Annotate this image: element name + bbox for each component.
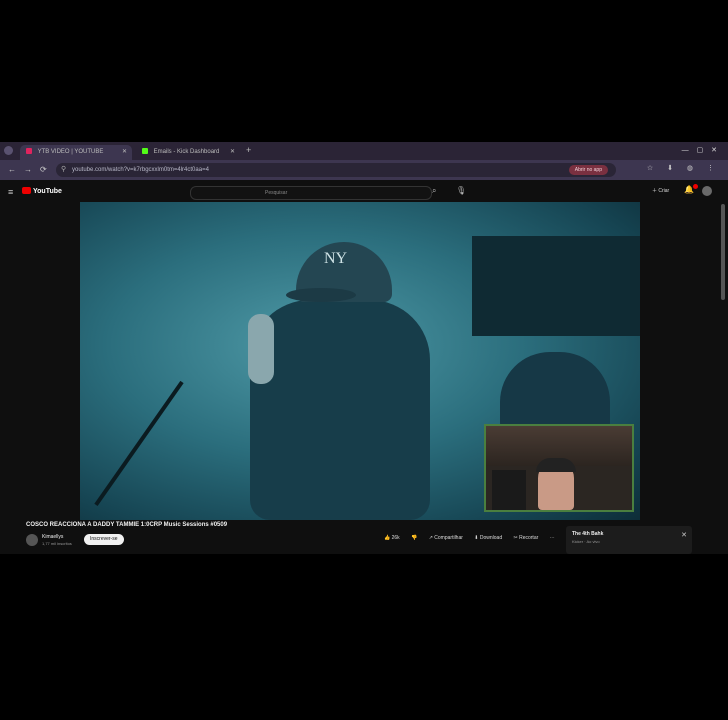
card-title: The 4th Bahk: [572, 531, 604, 537]
video-actions: 👍 26k 👎 ↗ Compartilhar ⬇ Download ✂ Reco…: [384, 535, 565, 541]
youtube-header: ≡ YouTube Pesquisar ⌕ 🎙 ＋ Criar 🔔: [0, 182, 728, 202]
close-icon[interactable]: ✕: [122, 145, 127, 160]
logo-text: YouTube: [33, 188, 62, 195]
play-logo-icon: [22, 187, 31, 194]
clip-button[interactable]: ✂ Recortar: [514, 535, 539, 541]
card-subtitle: Kicker · Ao vivo: [572, 539, 600, 544]
close-icon[interactable]: ✕: [681, 531, 687, 539]
share-button[interactable]: ↗ Compartilhar: [429, 535, 463, 541]
microphone-icon[interactable]: 🎙: [456, 186, 466, 195]
video-background-panel: [472, 236, 640, 336]
youtube-logo[interactable]: YouTube: [22, 187, 62, 195]
cap-brim: [286, 288, 356, 302]
url-text[interactable]: youtube.com/watch?v=k7rbgcxxlm0tm=4lr4ct…: [72, 163, 209, 177]
notification-badge: [693, 184, 698, 189]
forward-button[interactable]: →: [24, 165, 32, 174]
cap-logo: NY: [324, 250, 348, 267]
channel-subscribers: 1,77 mil inscritos: [42, 541, 72, 546]
search-placeholder: Pesquisar: [265, 190, 288, 196]
channel-avatar[interactable]: [26, 534, 38, 546]
browser-tab-strip: YTB VIDEO | YOUTUBE ✕ Emails - Kick Dash…: [0, 142, 728, 160]
create-button[interactable]: ＋ Criar: [652, 187, 669, 194]
video-player[interactable]: NY: [80, 202, 640, 520]
microphone-stand: [94, 380, 184, 507]
back-button[interactable]: ←: [8, 165, 16, 174]
dislike-button[interactable]: 👎: [411, 535, 417, 541]
tab-inactive[interactable]: Emails - Kick Dashboard ✕: [136, 145, 240, 160]
lock-icon[interactable]: ⚲: [61, 165, 66, 173]
channel-name[interactable]: Kimaellys: [42, 534, 63, 540]
youtube-favicon-icon: [26, 148, 32, 155]
tab-active[interactable]: YTB VIDEO | YOUTUBE ✕: [20, 145, 132, 160]
url-bar[interactable]: ⚲ youtube.com/watch?v=k7rbgcxxlm0tm=4lr4…: [56, 163, 616, 177]
live-chat-card[interactable]: The 4th Bahk Kicker · Ao vivo ✕: [566, 526, 692, 554]
like-button[interactable]: 👍 26k: [384, 535, 400, 541]
search-icon[interactable]: ⌕: [432, 186, 436, 196]
hamburger-menu-icon[interactable]: ≡: [8, 187, 13, 197]
headset-icon: [536, 458, 576, 472]
new-tab-button[interactable]: +: [246, 145, 251, 155]
video-figure: [250, 300, 430, 520]
download-button[interactable]: ⬇ Download: [474, 535, 502, 541]
tab-label: YTB VIDEO | YOUTUBE: [37, 149, 104, 155]
search-input[interactable]: Pesquisar: [190, 186, 432, 200]
video-title: COSCO REACCIONA A DADDY TAMMIE 1:0CRP Mu…: [26, 522, 228, 528]
extension-icons[interactable]: ☆ ⬇ ◍ ⋮: [647, 164, 720, 172]
avatar[interactable]: [702, 186, 712, 196]
reload-button[interactable]: ⟳: [40, 165, 47, 174]
screen: YTB VIDEO | YOUTUBE ✕ Emails - Kick Dash…: [0, 142, 728, 554]
scrollbar[interactable]: [721, 204, 725, 300]
window-controls[interactable]: — ▢ ✕: [682, 146, 720, 154]
streamer-webcam-overlay: [484, 424, 634, 512]
create-label: Criar: [658, 188, 670, 194]
tab-label: Emails - Kick Dashboard: [153, 149, 220, 155]
subscribe-button[interactable]: Inscrever-se: [84, 534, 124, 545]
close-icon[interactable]: ✕: [230, 145, 235, 160]
studio-microphone: [248, 314, 274, 384]
browser-menu-icon[interactable]: [4, 146, 13, 155]
open-in-app-button[interactable]: Abrir no app: [568, 165, 608, 175]
webcam-chair: [492, 470, 526, 510]
address-bar-row: ← → ⟳ ⚲ youtube.com/watch?v=k7rbgcxxlm0t…: [0, 160, 728, 180]
kick-favicon-icon: [142, 148, 148, 155]
more-button[interactable]: ⋯: [550, 535, 555, 541]
